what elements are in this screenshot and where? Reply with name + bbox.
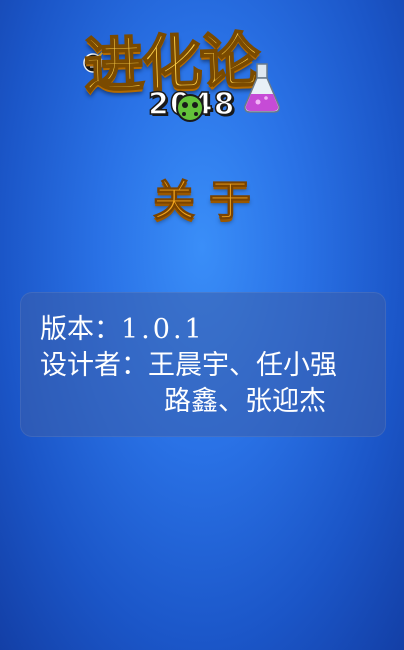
game-logo: 进化论 2048 — [80, 25, 330, 132]
about-heading: 关于 — [152, 176, 265, 225]
version-label: 版本： — [40, 314, 121, 345]
designers-line-1: 王晨宇、任小强 — [148, 350, 337, 381]
version-value: 1.0.1 — [121, 314, 205, 345]
version-row: 版本：1.0.1 — [40, 316, 205, 343]
designers-row: 设计者：王晨宇、任小强 — [40, 352, 337, 379]
designers-line-2: 路鑫、张迎杰 — [164, 386, 326, 417]
potion-flask-icon — [244, 63, 280, 113]
designers-label: 设计者： — [40, 350, 148, 381]
info-panel: 版本：1.0.1 设计者：王晨宇、任小强 路鑫、张迎杰 — [20, 292, 386, 437]
green-blob-icon — [176, 94, 204, 122]
